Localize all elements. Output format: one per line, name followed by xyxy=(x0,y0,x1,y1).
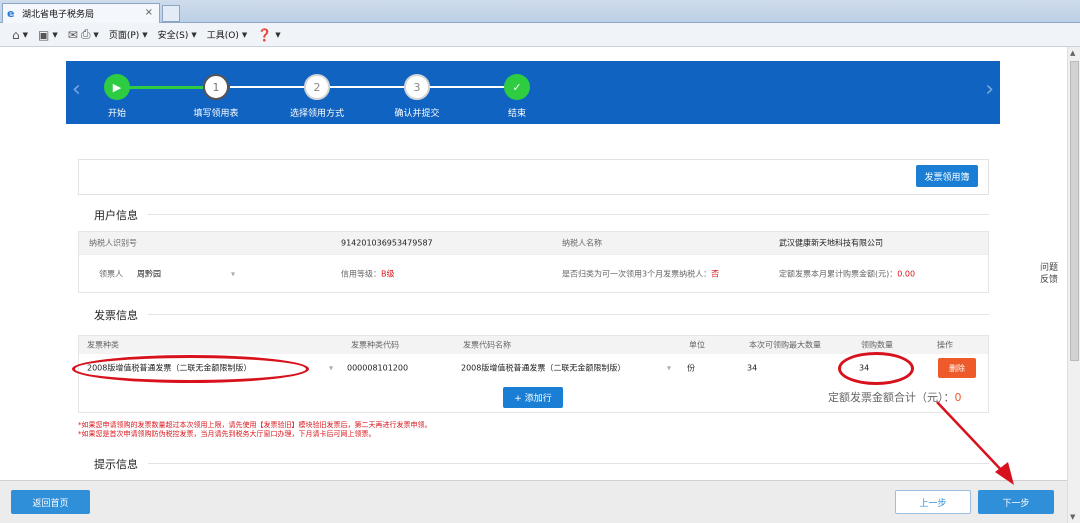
page-root: e 湖北省电子税务局 × ⌂ ▼ ▣ ▼ ✉ ⎙ ▼ 页面(P) ▼ 安全(S) ▼ 工具(… xyxy=(0,0,1080,523)
annotation-arrow xyxy=(936,401,1014,485)
annotation-arrow-line xyxy=(936,401,1006,475)
